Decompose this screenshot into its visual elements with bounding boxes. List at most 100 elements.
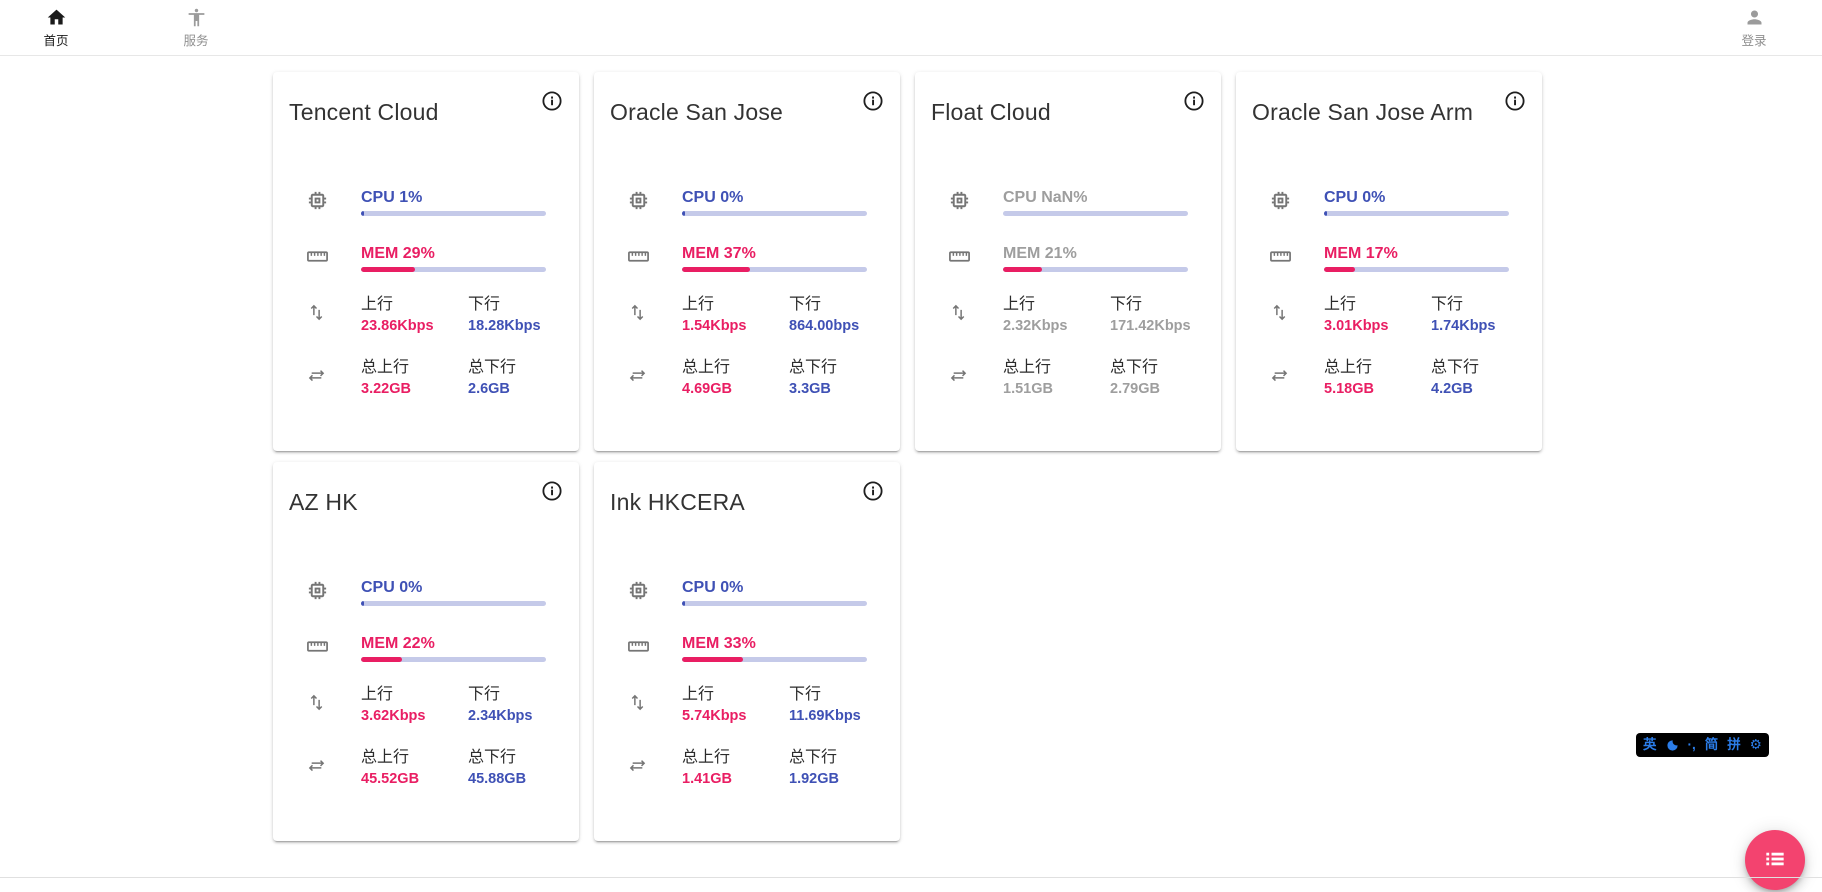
swap-horizontal-arrows-icon [289,365,361,391]
mem-meter-row: MEM 33% [610,634,884,663]
total-download-value: 1.92GB [789,771,896,788]
speed-row: 上行 1.54Kbps 下行 864.00bps [610,295,884,335]
download-speed-value: 11.69Kbps [789,708,896,725]
server-name: Float Cloud [931,96,1205,128]
upload-speed-value: 5.74Kbps [682,708,789,725]
download-speed-value: 18.28Kbps [468,318,575,335]
cpu-progress-bar [1003,211,1188,216]
cpu-chip-icon [610,578,682,607]
mem-progress-fill [361,267,415,272]
up-down-arrows-icon [1252,302,1324,328]
nav-item-home[interactable]: 首页 [30,7,82,49]
cpu-meter-row: CPU 0% [1252,188,1526,217]
download-speed-value: 864.00bps [789,318,896,335]
server-name: Ink HKCERA [610,486,884,518]
download-label: 下行 [789,685,896,705]
server-name: Oracle San Jose Arm [1252,96,1526,128]
mem-usage-label: MEM 17% [1324,244,1509,263]
mem-usage-label: MEM 29% [361,244,546,263]
info-icon[interactable] [861,90,885,114]
cpu-progress-bar [361,211,546,216]
total-download-value: 3.3GB [789,381,896,398]
total-row: 总上行 45.52GB 总下行 45.88GB [289,748,563,788]
download-speed-value: 1.74Kbps [1431,318,1538,335]
server-card: Ink HKCERA CPU 0% MEM 33% [594,462,900,841]
mem-meter-row: MEM 17% [1252,244,1526,273]
mem-meter-row: MEM 22% [289,634,563,663]
mem-usage-label: MEM 33% [682,634,867,653]
total-download-label: 总下行 [1110,358,1217,378]
moon-icon[interactable] [1666,739,1679,752]
swap-horizontal-arrows-icon [931,365,1003,391]
ruler-icon [610,244,682,273]
total-download-value: 45.88GB [468,771,575,788]
nav-item-login[interactable]: 登录 [1728,7,1780,49]
mem-usage-label: MEM 21% [1003,244,1188,263]
download-label: 下行 [468,295,575,315]
ime-simplified-indicator[interactable]: 简 [1705,733,1719,757]
ruler-icon [289,244,361,273]
total-upload-label: 总上行 [1003,358,1110,378]
ruler-icon [931,244,1003,273]
person-icon [1744,7,1765,28]
total-download-label: 总下行 [468,358,575,378]
cpu-usage-label: CPU 0% [1324,188,1509,207]
swap-horizontal-arrows-icon [289,755,361,781]
cpu-progress-fill [682,211,685,216]
upload-label: 上行 [682,685,789,705]
mem-progress-bar [1324,267,1509,272]
cpu-progress-bar [682,601,867,606]
upload-label: 上行 [1324,295,1431,315]
up-down-arrows-icon [931,302,1003,328]
total-upload-label: 总上行 [1324,358,1431,378]
info-icon[interactable] [1503,90,1527,114]
total-upload-value: 3.22GB [361,381,468,398]
download-speed-value: 2.34Kbps [468,708,575,725]
server-list-fab[interactable] [1745,830,1805,890]
up-down-arrows-icon [289,302,361,328]
total-download-value: 4.2GB [1431,381,1538,398]
total-download-value: 2.6GB [468,381,575,398]
nav-login-label: 登录 [1741,30,1766,49]
ime-punctuation-indicator[interactable]: ·, [1688,733,1696,757]
total-download-value: 2.79GB [1110,381,1217,398]
footer-divider [0,877,1822,878]
mem-progress-bar [1003,267,1188,272]
nav-home-label: 首页 [43,30,68,49]
speed-row: 上行 3.62Kbps 下行 2.34Kbps [289,685,563,725]
info-icon[interactable] [1182,90,1206,114]
total-upload-label: 总上行 [682,358,789,378]
server-card: Tencent Cloud CPU 1% MEM 29% [273,72,579,451]
total-upload-label: 总上行 [361,358,468,378]
server-card: Oracle San Jose Arm CPU 0% MEM 17% [1236,72,1542,451]
mem-progress-fill [1003,267,1042,272]
mem-meter-row: MEM 37% [610,244,884,273]
mem-progress-fill [682,657,743,662]
info-icon[interactable] [540,90,564,114]
list-icon [1762,846,1788,875]
cpu-usage-label: CPU 0% [361,578,546,597]
cpu-chip-icon [610,188,682,217]
info-icon[interactable] [861,480,885,504]
info-icon[interactable] [540,480,564,504]
ime-english-indicator[interactable]: 英 [1643,733,1657,757]
cpu-progress-bar [682,211,867,216]
total-upload-value: 5.18GB [1324,381,1431,398]
total-row: 总上行 1.41GB 总下行 1.92GB [610,748,884,788]
nav-item-services[interactable]: 服务 [170,7,222,49]
total-download-label: 总下行 [789,748,896,768]
cpu-chip-icon [289,188,361,217]
cpu-meter-row: CPU 1% [289,188,563,217]
app-bar: 首页 服务 登录 [0,0,1822,56]
cpu-meter-row: CPU 0% [610,578,884,607]
cpu-usage-label: CPU 0% [682,578,867,597]
gear-icon[interactable]: ⚙ [1750,733,1762,757]
ime-pinyin-indicator[interactable]: 拼 [1727,733,1741,757]
server-name: Tencent Cloud [289,96,563,128]
server-card-grid: Tencent Cloud CPU 1% MEM 29% [273,72,1542,841]
cpu-progress-fill [361,211,364,216]
total-row: 总上行 1.51GB 总下行 2.79GB [931,358,1205,398]
server-name: AZ HK [289,486,563,518]
server-card: Oracle San Jose CPU 0% MEM 37% [594,72,900,451]
total-row: 总上行 3.22GB 总下行 2.6GB [289,358,563,398]
